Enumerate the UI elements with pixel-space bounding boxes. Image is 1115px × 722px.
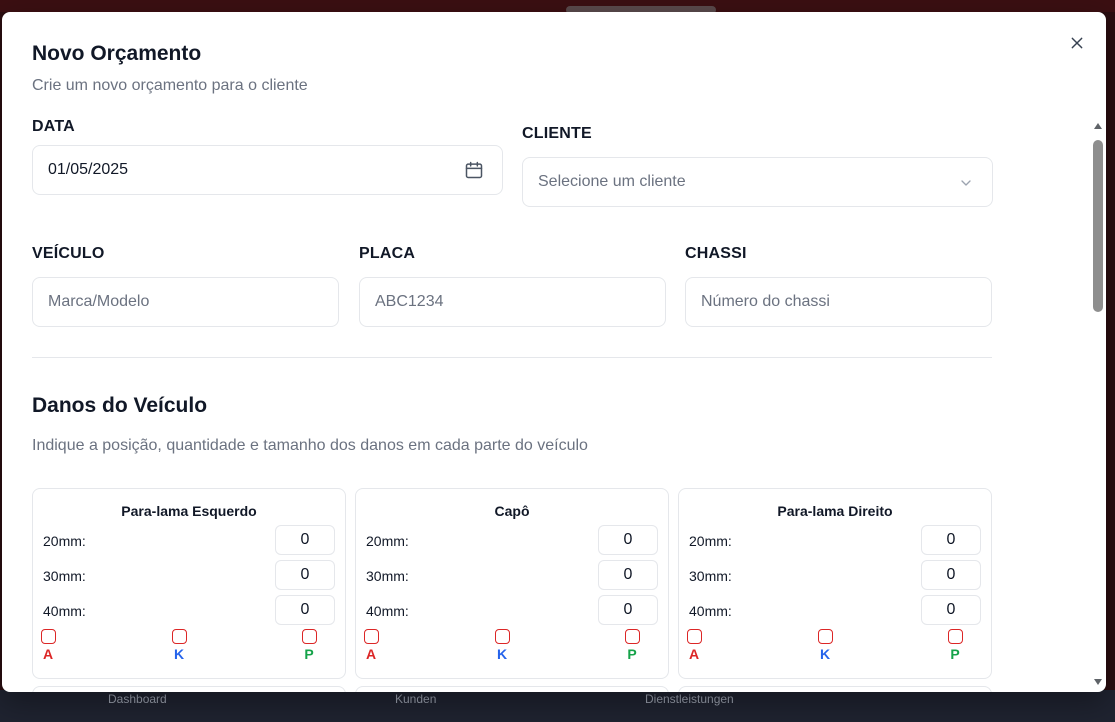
damage-card-title: Capô <box>494 503 530 519</box>
next-card-peek <box>32 686 346 692</box>
checkbox-p-box[interactable] <box>947 629 963 644</box>
client-label: CLIENTE <box>522 125 592 142</box>
calendar-icon[interactable] <box>464 160 484 180</box>
checkbox-p-label: P <box>304 646 314 662</box>
chassis-input[interactable] <box>701 293 976 311</box>
section-divider <box>32 357 992 358</box>
checkbox-k[interactable]: K <box>494 629 510 662</box>
damage-card-title: Para-lama Esquerdo <box>121 503 257 519</box>
damage-card-right-fender: Para-lama Direito 20mm: 0 30mm: 0 40mm: … <box>678 488 992 679</box>
count-20mm-input[interactable]: 0 <box>275 525 335 555</box>
size-label-40mm: 40mm: <box>366 603 409 619</box>
count-30mm-input[interactable]: 0 <box>598 560 658 590</box>
checkbox-k[interactable]: K <box>171 629 187 662</box>
checkbox-p[interactable]: P <box>301 629 317 662</box>
checkbox-p-box[interactable] <box>301 629 317 644</box>
scrollbar-thumb[interactable] <box>1093 140 1103 312</box>
checkbox-k-box[interactable] <box>494 629 510 644</box>
checkbox-k-label: K <box>173 646 185 662</box>
checkbox-a-label: A <box>42 646 54 662</box>
backdrop-nav: Dashboard Kunden Dienstleistungen <box>0 690 1115 722</box>
vertical-scrollbar[interactable] <box>1092 120 1104 690</box>
count-40mm-input[interactable]: 0 <box>921 595 981 625</box>
checkbox-a[interactable]: A <box>40 629 56 662</box>
date-field[interactable] <box>32 145 503 195</box>
count-20mm-input[interactable]: 0 <box>598 525 658 555</box>
chassis-label: CHASSI <box>685 245 747 262</box>
scroll-down-arrow-icon[interactable] <box>1092 676 1104 688</box>
checkbox-p[interactable]: P <box>947 629 963 662</box>
size-label-20mm: 20mm: <box>689 533 732 549</box>
vehicle-field[interactable] <box>32 277 339 327</box>
damage-card-title: Para-lama Direito <box>777 503 893 519</box>
checkbox-a[interactable]: A <box>363 629 379 662</box>
dialog-subtitle: Crie um novo orçamento para o cliente <box>32 77 308 94</box>
date-label: DATA <box>32 118 75 135</box>
chassis-field[interactable] <box>685 277 992 327</box>
checkbox-k-label: K <box>819 646 831 662</box>
client-select[interactable]: Selecione um cliente <box>522 157 993 207</box>
checkbox-a-label: A <box>688 646 700 662</box>
checkbox-a-box[interactable] <box>363 629 379 644</box>
checkbox-a-box[interactable] <box>686 629 702 644</box>
close-button[interactable] <box>1066 32 1088 54</box>
backdrop-top <box>0 0 1115 14</box>
next-card-peek <box>355 686 669 692</box>
plate-field[interactable] <box>359 277 666 327</box>
size-label-20mm: 20mm: <box>43 533 86 549</box>
nav-dienstleistungen: Dienstleistungen <box>645 692 734 706</box>
damage-section-description: Indique a posição, quantidade e tamanho … <box>32 437 588 454</box>
checkbox-k-box[interactable] <box>817 629 833 644</box>
checkbox-p-label: P <box>950 646 960 662</box>
damage-section-title: Danos do Veículo <box>32 394 208 417</box>
client-select-placeholder: Selecione um cliente <box>538 173 686 190</box>
plate-label: PLACA <box>359 245 416 262</box>
size-label-40mm: 40mm: <box>43 603 86 619</box>
count-30mm-input[interactable]: 0 <box>275 560 335 590</box>
checkbox-a[interactable]: A <box>686 629 702 662</box>
size-label-30mm: 30mm: <box>689 568 732 584</box>
size-label-20mm: 20mm: <box>366 533 409 549</box>
checkbox-k-box[interactable] <box>171 629 187 644</box>
checkbox-p-box[interactable] <box>624 629 640 644</box>
vehicle-label: VEÍCULO <box>32 245 105 262</box>
count-40mm-input[interactable]: 0 <box>275 595 335 625</box>
checkbox-a-box[interactable] <box>40 629 56 644</box>
nav-kunden: Kunden <box>395 692 437 706</box>
count-30mm-input[interactable]: 0 <box>921 560 981 590</box>
dialog-scroll-area[interactable]: Novo Orçamento Crie um novo orçamento pa… <box>2 12 1090 692</box>
date-input[interactable] <box>48 161 487 179</box>
checkbox-a-label: A <box>365 646 377 662</box>
plate-input[interactable] <box>375 293 650 311</box>
nav-dashboard: Dashboard <box>108 692 167 706</box>
size-label-30mm: 30mm: <box>366 568 409 584</box>
scroll-up-arrow-icon[interactable] <box>1092 120 1104 132</box>
size-label-40mm: 40mm: <box>689 603 732 619</box>
new-quote-dialog: Novo Orçamento Crie um novo orçamento pa… <box>2 12 1106 692</box>
next-card-peek <box>678 686 992 692</box>
close-icon[interactable] <box>1069 35 1085 51</box>
chevron-down-icon <box>958 175 974 191</box>
checkbox-k[interactable]: K <box>817 629 833 662</box>
count-40mm-input[interactable]: 0 <box>598 595 658 625</box>
dialog-title: Novo Orçamento <box>32 42 202 65</box>
checkbox-k-label: K <box>496 646 508 662</box>
count-20mm-input[interactable]: 0 <box>921 525 981 555</box>
damage-card-left-fender: Para-lama Esquerdo 20mm: 0 30mm: 0 40mm:… <box>32 488 346 679</box>
size-label-30mm: 30mm: <box>43 568 86 584</box>
vehicle-input[interactable] <box>48 293 323 311</box>
damage-card-hood: Capô 20mm: 0 30mm: 0 40mm: 0 A K P <box>355 488 669 679</box>
checkbox-p[interactable]: P <box>624 629 640 662</box>
checkbox-p-label: P <box>627 646 637 662</box>
